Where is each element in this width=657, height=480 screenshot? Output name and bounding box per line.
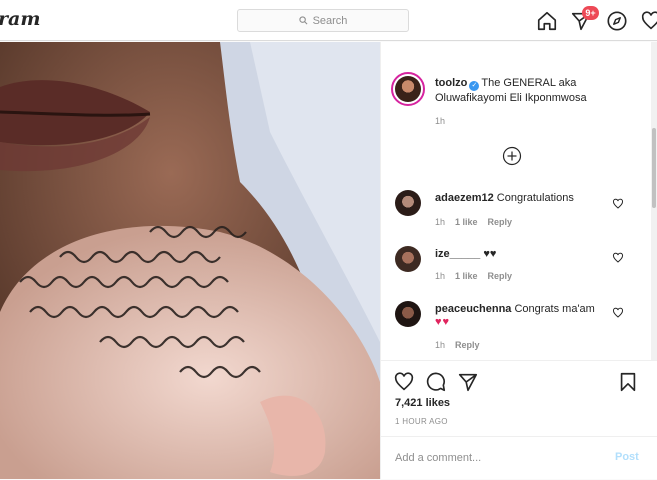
search-box[interactable]: Search (237, 9, 409, 32)
reply-button[interactable]: Reply (488, 217, 513, 227)
author-username[interactable]: toolzo (435, 77, 467, 89)
comment-time: 1h (435, 217, 446, 227)
save-bookmark-icon[interactable] (617, 371, 639, 393)
comment-likes[interactable]: 1 like (455, 271, 478, 281)
activity-heart-icon[interactable] (640, 10, 657, 32)
comment-like-heart-icon[interactable] (612, 307, 624, 319)
commenter-avatar[interactable] (395, 301, 421, 327)
explore-compass-icon[interactable] (606, 10, 628, 32)
baby-photo-image (0, 42, 380, 479)
post-actions: 7,421 likes 1 HOUR AGO Post (381, 360, 657, 479)
post-photo[interactable] (0, 42, 380, 479)
comments-scrollbar[interactable] (651, 42, 657, 360)
add-comment-input[interactable] (395, 449, 595, 467)
post-timestamp: 1 HOUR AGO (395, 417, 448, 426)
load-more-comments-icon[interactable] (502, 146, 522, 166)
comment-item: ize_____ ♥♥ (435, 247, 605, 262)
comment-time: 1h (435, 271, 446, 281)
search-placeholder: Search (312, 14, 348, 27)
comment-username[interactable]: ize_____ (435, 248, 480, 260)
top-navigation-bar: ram Search 9+ (0, 0, 657, 41)
home-icon[interactable] (536, 10, 558, 32)
comment-like-heart-icon[interactable] (612, 252, 624, 264)
share-icon[interactable] (457, 371, 479, 393)
comment-username[interactable]: adaezem12 (435, 192, 494, 204)
heart-emojis: ♥♥ (435, 316, 451, 328)
comment-item: adaezem12 Congratulations (435, 191, 605, 206)
comment-text: ♥♥ (483, 248, 497, 260)
caption-time: 1h (435, 116, 446, 126)
reply-button[interactable]: Reply (455, 340, 480, 350)
comment-likes[interactable]: 1 like (455, 217, 478, 227)
comment-meta: 1h 1 like Reply (435, 271, 512, 281)
notification-badge: 9+ (582, 6, 599, 20)
comment-meta: 1h 1 like Reply (435, 217, 512, 227)
post-comment-button[interactable]: Post (615, 451, 639, 463)
commenter-avatar[interactable] (395, 246, 421, 272)
post-details-panel: toolzo ✓ The GENERAL aka Oluwafikayomi Eli… (380, 42, 657, 479)
search-icon (298, 16, 308, 25)
commenter-avatar[interactable] (395, 190, 421, 216)
comment-meta: 1h Reply (435, 340, 480, 350)
comment-username[interactable]: peaceuchenna (435, 303, 511, 315)
post-caption: toolzo ✓ The GENERAL aka Oluwafikayomi Eli… (435, 76, 635, 106)
comment-time: 1h (435, 340, 446, 350)
comment-like-heart-icon[interactable] (612, 198, 624, 210)
comment-text: Congrats ma'am (514, 303, 595, 315)
scrollbar-thumb[interactable] (652, 128, 656, 208)
verified-badge-icon: ✓ (469, 81, 480, 91)
add-comment-bar: Post (381, 436, 657, 480)
author-avatar[interactable] (391, 72, 425, 106)
instagram-logo[interactable]: ram (0, 8, 40, 30)
reply-button[interactable]: Reply (488, 271, 513, 281)
likes-count[interactable]: 7,421 likes (395, 397, 450, 409)
like-heart-icon[interactable] (393, 371, 415, 393)
comment-bubble-icon[interactable] (425, 371, 447, 393)
comment-item: peaceuchenna Congrats ma'am (435, 302, 605, 317)
comment-text: Congratulations (496, 192, 574, 204)
